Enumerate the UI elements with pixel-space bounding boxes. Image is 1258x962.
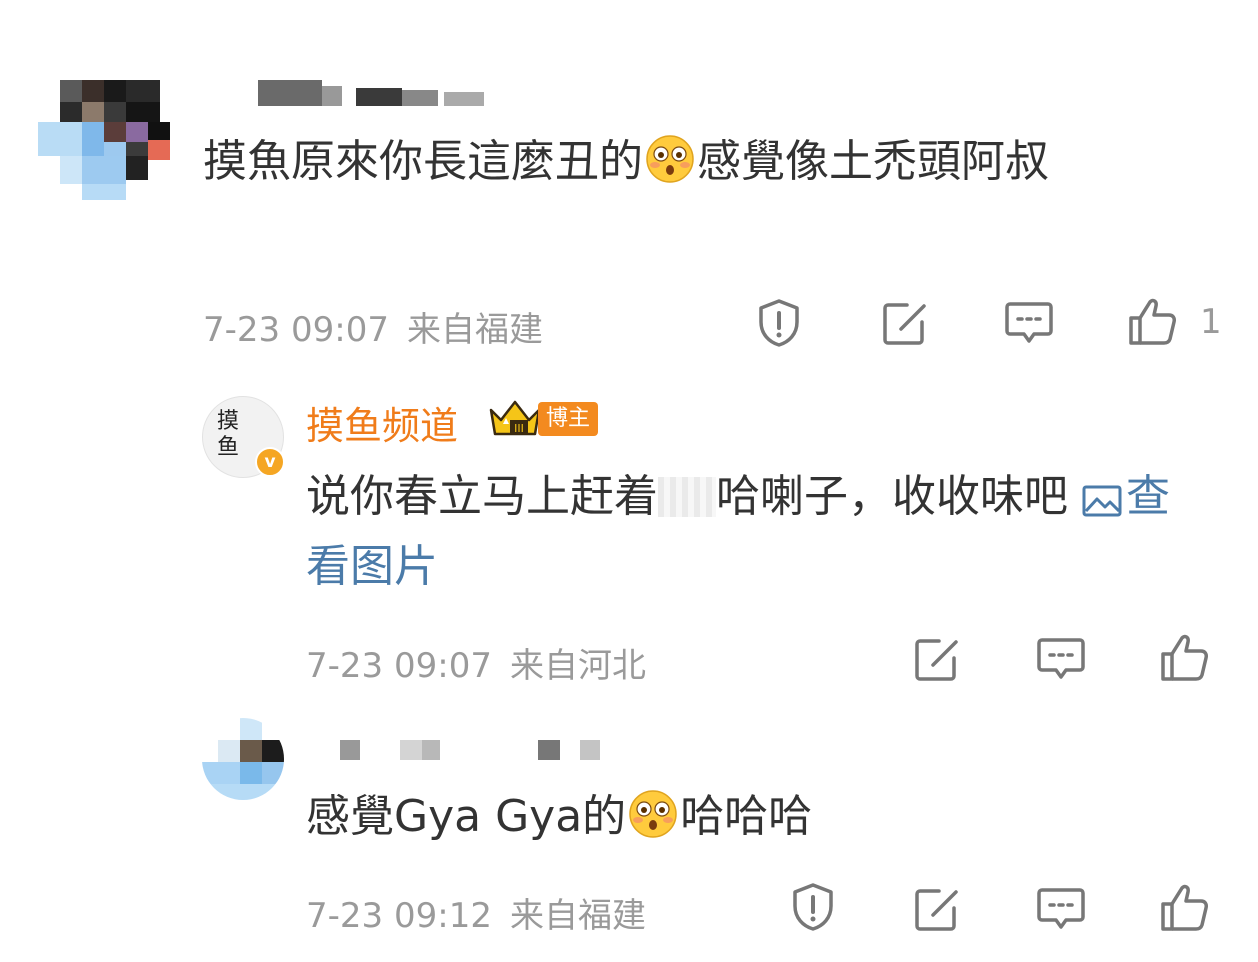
- thumbs-up-icon: [1161, 634, 1208, 681]
- flushed-face-emoji: [646, 135, 694, 183]
- report-button[interactable]: [786, 880, 840, 934]
- comment-icon: [1037, 638, 1085, 679]
- share-icon: [915, 639, 958, 681]
- like-button[interactable]: [1156, 630, 1212, 686]
- username-blurred[interactable]: [340, 740, 602, 760]
- avatar-calligraphy: 摸鱼: [217, 409, 240, 460]
- crown-level-icon: III: [488, 398, 542, 438]
- avatar[interactable]: [202, 718, 284, 800]
- comment-meta: 7-23 09:07 来自福建: [203, 302, 543, 351]
- thumbs-up-icon: [1129, 298, 1176, 345]
- report-button[interactable]: [752, 296, 806, 350]
- blogger-badge: 博主: [538, 402, 599, 436]
- reply-text: 说你春立马上赶着 哈喇子，收收味吧 查看图片: [306, 471, 1170, 592]
- timestamp: 7-23 09:07: [203, 310, 389, 350]
- share-icon: [883, 303, 926, 345]
- timestamp: 7-23 09:07: [306, 646, 492, 686]
- avatar[interactable]: [38, 80, 170, 200]
- comment-text: 摸魚原來你長這麼丑的 感覺像土禿頭阿叔: [203, 135, 1049, 187]
- image-icon: [1082, 485, 1122, 517]
- reply-button[interactable]: [1034, 882, 1088, 936]
- share-icon: [915, 889, 958, 931]
- like-button[interactable]: [1124, 294, 1180, 350]
- share-button[interactable]: [910, 632, 964, 686]
- verified-badge-icon: v: [255, 447, 285, 477]
- comment-meta: 7-23 09:12 来自福建: [306, 888, 646, 937]
- username-blurred[interactable]: [258, 80, 498, 106]
- location: 来自福建: [509, 896, 646, 936]
- location: 来自福建: [406, 310, 543, 350]
- flushed-face-emoji: [629, 790, 677, 838]
- comment-text: 感覺Gya Gya的 哈哈哈: [306, 790, 813, 842]
- like-count: 1: [1200, 302, 1222, 342]
- thumbs-up-icon: [1161, 884, 1208, 931]
- like-button[interactable]: [1156, 880, 1212, 936]
- author-name[interactable]: 摸鱼频道: [306, 395, 458, 450]
- location: 来自河北: [509, 646, 646, 686]
- report-shield-icon: [759, 299, 799, 347]
- author-avatar[interactable]: 摸鱼 v: [202, 396, 285, 478]
- comment-icon: [1005, 302, 1053, 343]
- reply-button[interactable]: [1034, 632, 1088, 686]
- share-button[interactable]: [878, 296, 932, 350]
- svg-text:III: III: [514, 422, 524, 435]
- share-button[interactable]: [910, 882, 964, 936]
- report-shield-icon: [793, 883, 833, 931]
- timestamp: 7-23 09:12: [306, 896, 492, 936]
- reply-meta: 7-23 09:07 来自河北: [306, 638, 646, 687]
- censored-word: [658, 477, 716, 517]
- comment-icon: [1037, 888, 1085, 929]
- reply-button[interactable]: [1002, 296, 1056, 350]
